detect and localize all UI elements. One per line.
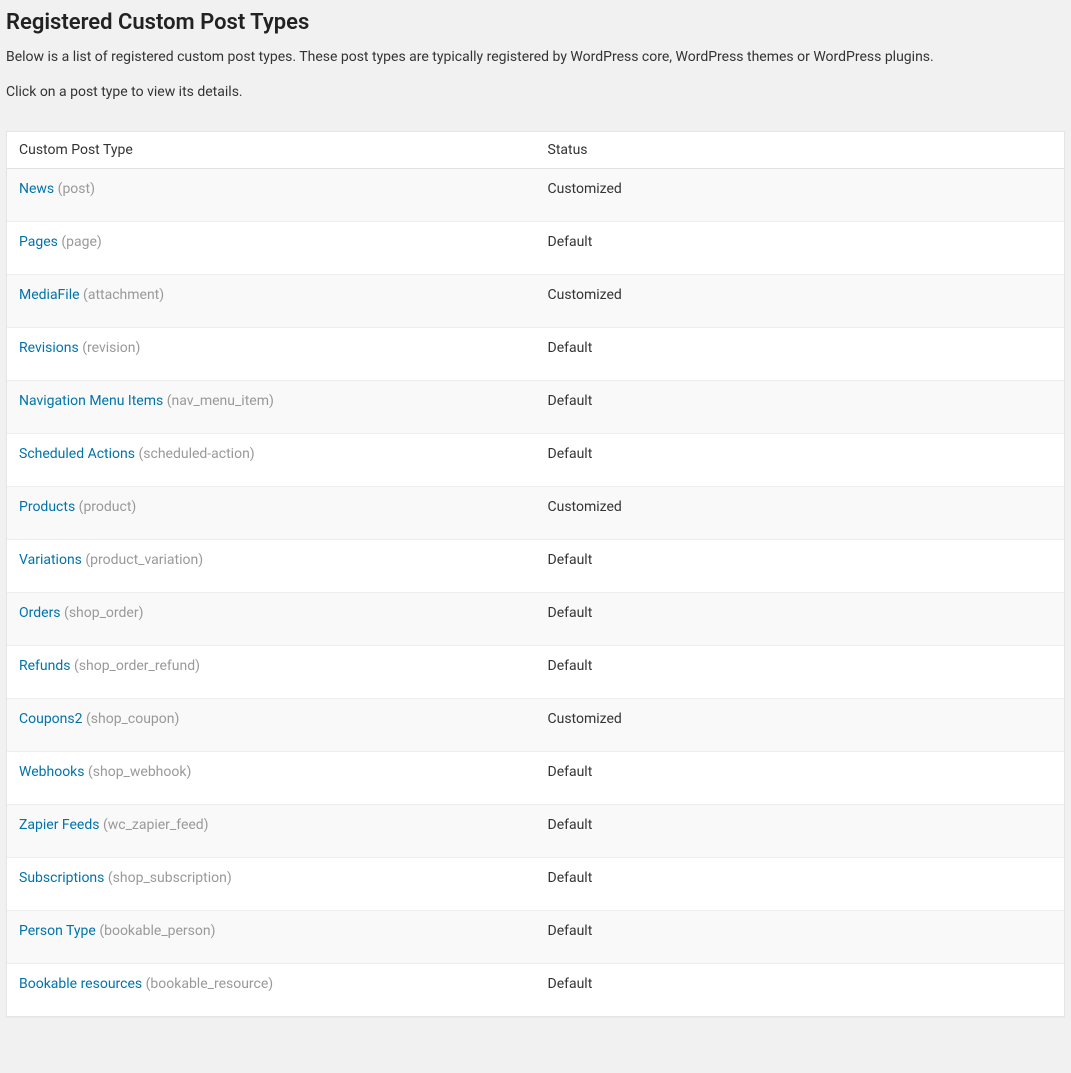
post-type-slug: (product) <box>79 499 137 515</box>
cell-status: Default <box>536 805 1065 858</box>
column-header-status: Status <box>536 132 1065 169</box>
cell-status: Default <box>536 328 1065 381</box>
cell-status: Default <box>536 222 1065 275</box>
table-row: Revisions (revision)Default <box>7 328 1064 381</box>
post-type-slug: (scheduled-action) <box>138 446 254 462</box>
table-row: News (post)Customized <box>7 169 1064 222</box>
cell-post-type: Products (product) <box>7 487 536 540</box>
table-row: Products (product)Customized <box>7 487 1064 540</box>
cell-status: Customized <box>536 699 1065 752</box>
post-type-link[interactable]: Scheduled Actions <box>19 446 135 462</box>
post-type-slug: (shop_webhook) <box>88 764 191 780</box>
page-title: Registered Custom Post Types <box>6 8 1065 35</box>
table-row: Subscriptions (shop_subscription)Default <box>7 858 1064 911</box>
post-type-link[interactable]: Coupons2 <box>19 711 83 727</box>
cell-post-type: MediaFile (attachment) <box>7 275 536 328</box>
cell-post-type: Refunds (shop_order_refund) <box>7 646 536 699</box>
table-row: Orders (shop_order)Default <box>7 593 1064 646</box>
cell-status: Customized <box>536 275 1065 328</box>
post-type-slug: (bookable_resource) <box>146 976 274 992</box>
cell-status: Default <box>536 646 1065 699</box>
post-type-link[interactable]: Zapier Feeds <box>19 817 99 833</box>
cell-status: Default <box>536 752 1065 805</box>
post-type-link[interactable]: Refunds <box>19 658 71 674</box>
post-type-link[interactable]: Orders <box>19 605 61 621</box>
post-type-slug: (revision) <box>82 340 140 356</box>
post-type-slug: (shop_order_refund) <box>74 658 200 674</box>
post-type-link[interactable]: News <box>19 181 54 197</box>
post-type-slug: (shop_order) <box>64 605 143 621</box>
post-type-link[interactable]: Navigation Menu Items <box>19 393 163 409</box>
post-type-slug: (bookable_person) <box>99 923 215 939</box>
cell-status: Customized <box>536 487 1065 540</box>
post-type-link[interactable]: Subscriptions <box>19 870 104 886</box>
cell-status: Default <box>536 434 1065 487</box>
cell-post-type: News (post) <box>7 169 536 222</box>
post-type-slug: (nav_menu_item) <box>167 393 274 409</box>
cell-post-type: Variations (product_variation) <box>7 540 536 593</box>
cell-post-type: Zapier Feeds (wc_zapier_feed) <box>7 805 536 858</box>
post-type-slug: (page) <box>61 234 101 250</box>
page-description-1: Below is a list of registered custom pos… <box>6 47 1065 68</box>
table-row: Pages (page)Default <box>7 222 1064 275</box>
table-row: Refunds (shop_order_refund)Default <box>7 646 1064 699</box>
table-row: Bookable resources (bookable_resource)De… <box>7 964 1064 1017</box>
table-row: Zapier Feeds (wc_zapier_feed)Default <box>7 805 1064 858</box>
cell-post-type: Person Type (bookable_person) <box>7 911 536 964</box>
cell-status: Default <box>536 964 1065 1017</box>
post-type-link[interactable]: Webhooks <box>19 764 85 780</box>
table-row: Person Type (bookable_person)Default <box>7 911 1064 964</box>
cell-status: Default <box>536 540 1065 593</box>
post-type-slug: (post) <box>58 181 95 197</box>
cell-status: Default <box>536 911 1065 964</box>
post-type-slug: (shop_coupon) <box>86 711 179 727</box>
page-description-2: Click on a post type to view its details… <box>6 82 1065 103</box>
post-type-link[interactable]: Bookable resources <box>19 976 142 992</box>
cell-post-type: Webhooks (shop_webhook) <box>7 752 536 805</box>
table-row: Coupons2 (shop_coupon)Customized <box>7 699 1064 752</box>
table-row: Variations (product_variation)Default <box>7 540 1064 593</box>
post-types-table-wrapper: Custom Post Type Status News (post)Custo… <box>6 131 1065 1017</box>
cell-post-type: Coupons2 (shop_coupon) <box>7 699 536 752</box>
post-type-slug: (wc_zapier_feed) <box>103 817 209 833</box>
table-row: Scheduled Actions (scheduled-action)Defa… <box>7 434 1064 487</box>
cell-post-type: Scheduled Actions (scheduled-action) <box>7 434 536 487</box>
post-type-link[interactable]: Person Type <box>19 923 96 939</box>
cell-post-type: Orders (shop_order) <box>7 593 536 646</box>
cell-status: Default <box>536 381 1065 434</box>
post-type-slug: (product_variation) <box>85 552 203 568</box>
table-row: Webhooks (shop_webhook)Default <box>7 752 1064 805</box>
cell-status: Customized <box>536 169 1065 222</box>
cell-status: Default <box>536 593 1065 646</box>
post-type-link[interactable]: Products <box>19 499 75 515</box>
table-row: Navigation Menu Items (nav_menu_item)Def… <box>7 381 1064 434</box>
cell-post-type: Revisions (revision) <box>7 328 536 381</box>
cell-status: Default <box>536 858 1065 911</box>
cell-post-type: Bookable resources (bookable_resource) <box>7 964 536 1017</box>
post-type-link[interactable]: MediaFile <box>19 287 80 303</box>
post-types-table: Custom Post Type Status News (post)Custo… <box>7 132 1064 1016</box>
post-type-slug: (attachment) <box>83 287 164 303</box>
cell-post-type: Subscriptions (shop_subscription) <box>7 858 536 911</box>
column-header-name: Custom Post Type <box>7 132 536 169</box>
post-type-slug: (shop_subscription) <box>108 870 232 886</box>
cell-post-type: Navigation Menu Items (nav_menu_item) <box>7 381 536 434</box>
table-row: MediaFile (attachment)Customized <box>7 275 1064 328</box>
post-type-link[interactable]: Variations <box>19 552 82 568</box>
cell-post-type: Pages (page) <box>7 222 536 275</box>
post-type-link[interactable]: Pages <box>19 234 58 250</box>
post-type-link[interactable]: Revisions <box>19 340 79 356</box>
